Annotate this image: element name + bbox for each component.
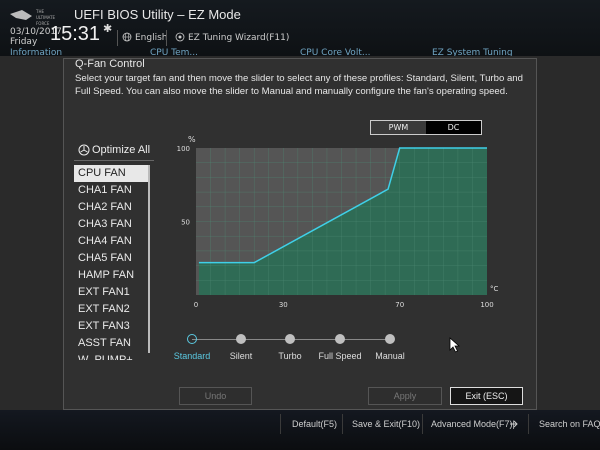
exit-arrow-icon (510, 420, 518, 428)
x-axis-label: °C (490, 285, 499, 293)
save-exit-button[interactable]: Save & Exit(F10) (352, 419, 420, 429)
profile-label[interactable]: Turbo (278, 351, 301, 361)
footer-divider (342, 414, 343, 434)
search-faq-button[interactable]: Search on FAQ (539, 419, 600, 429)
fan-list-item[interactable]: CHA3 FAN (74, 216, 150, 233)
fan-list-item[interactable]: CHA1 FAN (74, 182, 150, 199)
dialog-title: Q-Fan Control (75, 58, 145, 70)
fan-list-item[interactable]: ASST FAN (74, 335, 150, 352)
clock: 15:31 (50, 23, 101, 45)
x-tick-label: 30 (279, 301, 288, 309)
x-tick-label: 70 (395, 301, 404, 309)
profile-label[interactable]: Standard (174, 351, 211, 361)
fan-list-item[interactable]: W_PUMP+ (74, 352, 150, 360)
fan-list-item[interactable]: EXT FAN1 (74, 284, 150, 301)
gear-icon[interactable]: ✱ (103, 22, 112, 35)
undo-button[interactable]: Undo (179, 387, 252, 405)
footer-divider (280, 414, 281, 434)
footer-divider (528, 414, 529, 434)
language-selector[interactable]: English (135, 33, 168, 43)
fan-curve-chart[interactable]: 0 30 70 100 50 100% °C (160, 130, 510, 310)
profile-knob-silent[interactable] (236, 334, 246, 344)
fan-list: CPU FAN CHA1 FAN CHA2 FAN CHA3 FAN CHA4 FAN C… (74, 165, 150, 360)
fan-list-item[interactable]: HAMP FAN (74, 267, 150, 284)
header-divider (166, 30, 167, 46)
fan-list-item[interactable]: EXT FAN3 (74, 318, 150, 335)
svg-text:ULTIMATE: ULTIMATE (36, 15, 56, 20)
x-tick-label: 0 (194, 301, 198, 309)
footer-divider (422, 414, 423, 434)
fan-list-item[interactable]: EXT FAN2 (74, 301, 150, 318)
profile-knob-standard[interactable] (187, 334, 197, 344)
fan-list-item[interactable]: CHA5 FAN (74, 250, 150, 267)
profile-label[interactable]: Silent (230, 351, 253, 361)
fan-list-divider (74, 160, 154, 161)
fan-list-item[interactable]: CHA4 FAN (74, 233, 150, 250)
profile-knob-turbo[interactable] (285, 334, 295, 344)
footer-bar (0, 410, 600, 450)
wizard-icon[interactable] (175, 32, 185, 42)
profile-label[interactable]: Full Speed (318, 351, 361, 361)
exit-button[interactable]: Exit (ESC) (450, 387, 523, 405)
y-tick-label: 100 (177, 145, 190, 153)
default-button[interactable]: Default(F5) (292, 419, 337, 429)
advanced-mode-button[interactable]: Advanced Mode(F7)| (431, 419, 515, 429)
optimize-all-label: Optimize All (92, 144, 151, 156)
optimize-all-button[interactable]: Optimize All (78, 143, 153, 157)
mouse-cursor-icon (449, 337, 461, 353)
svg-text:THE: THE (35, 9, 44, 14)
fan-icon (78, 144, 90, 156)
fan-list-item[interactable]: CPU FAN (74, 165, 150, 182)
profile-knob-full-speed[interactable] (335, 334, 345, 344)
ez-tuning-wizard-link[interactable]: EZ Tuning Wizard(F11) (188, 33, 289, 43)
app-title: UEFI BIOS Utility – EZ Mode (74, 7, 241, 22)
fan-list-scrollbar[interactable] (148, 165, 150, 353)
dialog-description: Select your target fan and then move the… (75, 73, 523, 97)
header-divider (117, 30, 118, 46)
y-tick-label: 50 (181, 219, 190, 227)
y-axis-label: % (188, 135, 196, 144)
fan-list-item[interactable]: CHA2 FAN (74, 199, 150, 216)
apply-button[interactable]: Apply (368, 387, 442, 405)
profile-label[interactable]: Manual (375, 351, 405, 361)
profile-knob-manual[interactable] (385, 334, 395, 344)
x-tick-label: 100 (480, 301, 493, 309)
svg-text:FORCE: FORCE (36, 21, 50, 26)
globe-icon[interactable] (122, 32, 132, 42)
